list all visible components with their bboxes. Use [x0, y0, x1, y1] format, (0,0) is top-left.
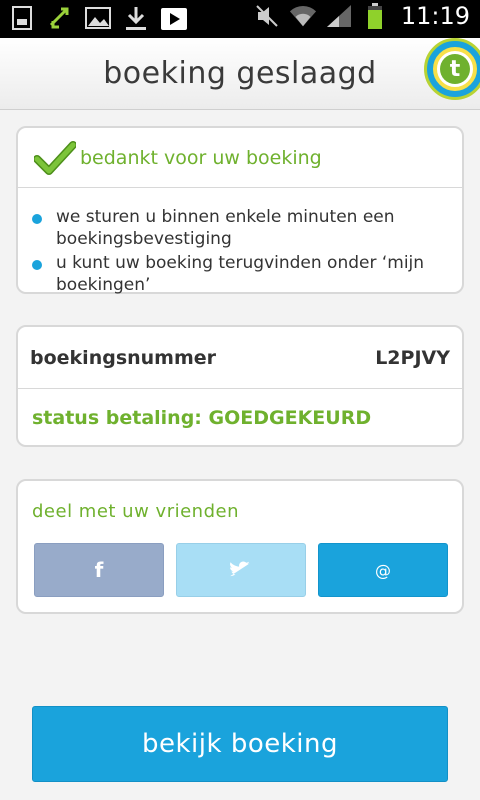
list-item: u kunt uw boeking terugvinden onder ‘mij…: [32, 252, 444, 296]
list-item-text: we sturen u binnen enkele minuten een bo…: [56, 207, 395, 249]
booking-card: boekingsnummer L2PJVY status betaling: G…: [16, 325, 464, 447]
image-icon: [84, 4, 112, 32]
share-twitter-button[interactable]: [176, 543, 306, 597]
download-icon: [122, 4, 150, 32]
info-list: we sturen u binnen enkele minuten een bo…: [18, 206, 462, 298]
list-item: we sturen u binnen enkele minuten een bo…: [32, 206, 444, 250]
logo-ring: t: [433, 47, 477, 91]
bullet-dot-icon: [32, 214, 42, 224]
twitter-icon: [230, 561, 250, 577]
list-item-text: u kunt uw boeking terugvinden onder ‘mij…: [56, 253, 425, 295]
booking-number-label: boekingsnummer: [30, 346, 217, 369]
mute-icon: [253, 2, 281, 30]
status-bar: 11:19: [0, 0, 480, 38]
clock: 11:19: [400, 2, 470, 30]
sync-icon: [46, 4, 74, 32]
app-header: boeking geslaagd t: [0, 38, 480, 110]
wifi-icon: [289, 2, 317, 30]
logo-letter: t: [440, 54, 470, 84]
share-label: deel met uw vrienden: [32, 501, 239, 522]
sd-card-icon: [8, 4, 36, 32]
confirmation-card: bedankt voor uw boeking we sturen u binn…: [16, 126, 464, 295]
checkmark-icon: [34, 140, 76, 175]
share-card: deel met uw vrienden f @: [16, 479, 464, 614]
share-email-button[interactable]: @: [318, 543, 448, 597]
app-logo[interactable]: t: [424, 38, 480, 100]
notification-icons: [8, 4, 188, 32]
booking-number-row: boekingsnummer L2PJVY: [18, 327, 462, 389]
booking-number-value: L2PJVY: [375, 346, 450, 369]
system-icons: 11:19: [253, 2, 470, 30]
thanks-row: bedankt voor uw boeking: [18, 128, 462, 188]
view-booking-button[interactable]: bekijk boeking: [32, 706, 448, 782]
thanks-message: bedankt voor uw boeking: [80, 146, 322, 169]
share-facebook-button[interactable]: f: [34, 543, 164, 597]
bullet-dot-icon: [32, 260, 42, 270]
payment-status: status betaling: GOEDGEKEURD: [32, 407, 372, 429]
play-store-icon: [160, 4, 188, 32]
facebook-icon: f: [94, 558, 104, 582]
page-title: boeking geslaagd: [103, 56, 377, 91]
email-icon: @: [375, 560, 391, 580]
signal-icon: [325, 2, 353, 30]
battery-icon: [361, 2, 389, 30]
